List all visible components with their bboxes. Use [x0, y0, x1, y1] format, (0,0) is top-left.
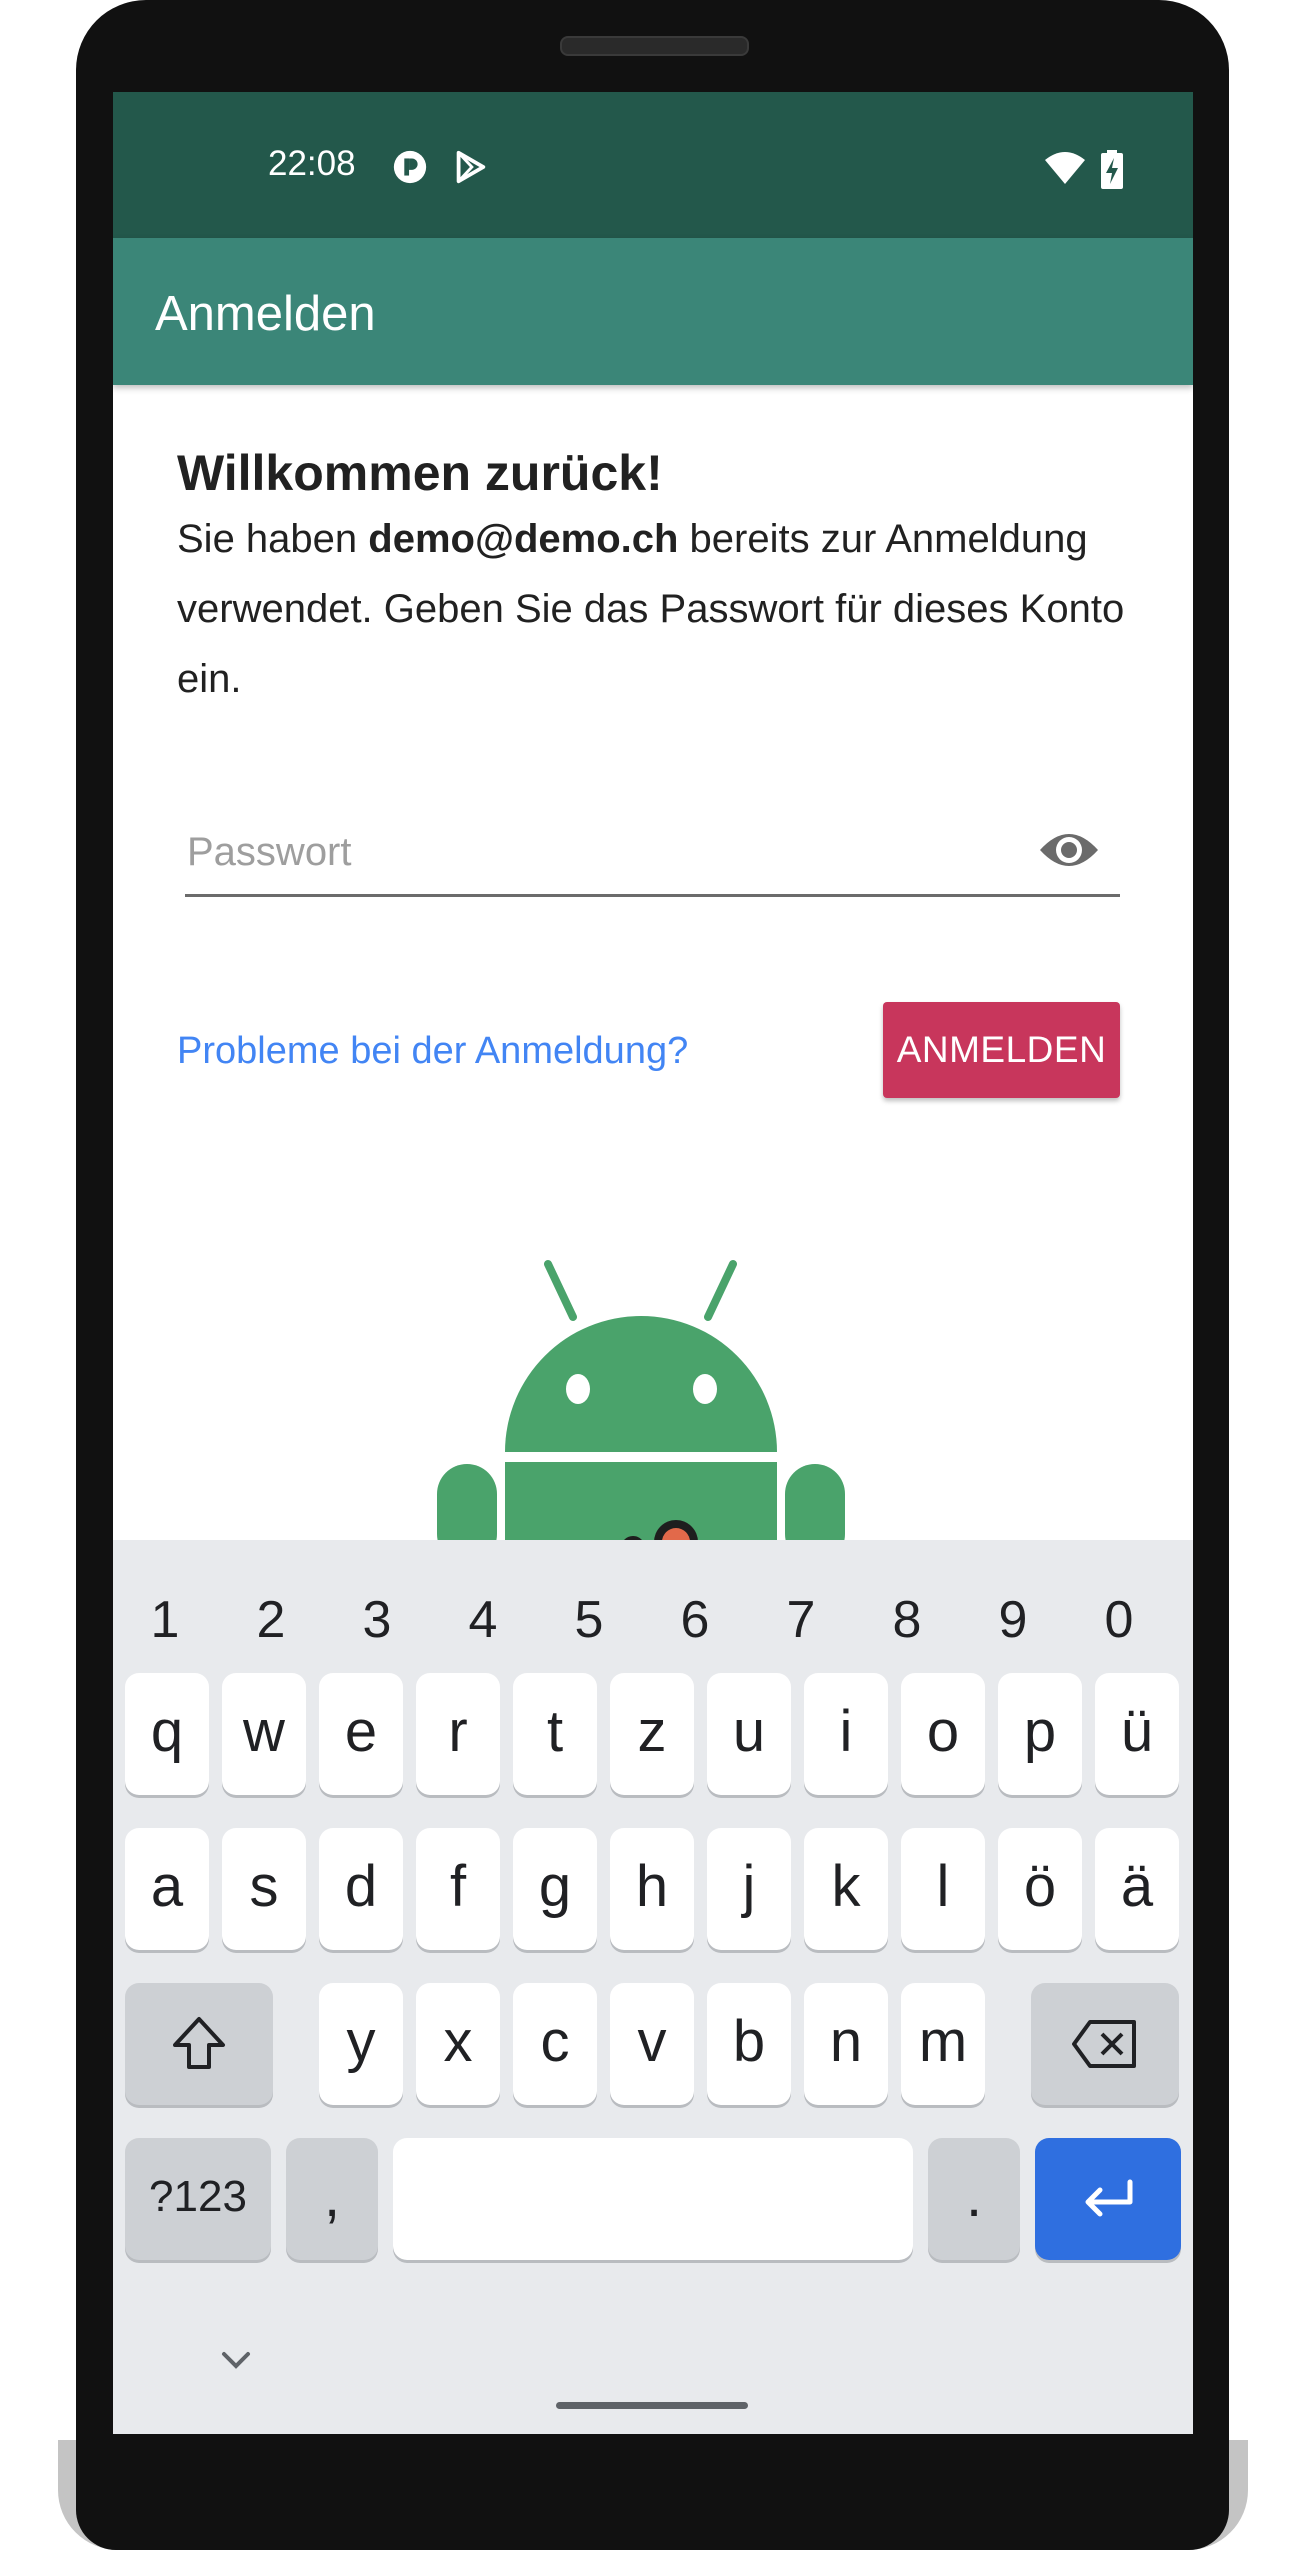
key-z[interactable]: z: [610, 1673, 694, 1795]
enter-arrow-icon: [1085, 2179, 1133, 2217]
key-d[interactable]: d: [319, 1828, 403, 1950]
key-n[interactable]: n: [804, 1983, 888, 2105]
key-ae[interactable]: ä: [1095, 1828, 1179, 1950]
key-b[interactable]: b: [707, 1983, 791, 2105]
enter-key[interactable]: [1035, 2138, 1181, 2260]
password-input[interactable]: [185, 812, 1009, 892]
key-i[interactable]: i: [804, 1673, 888, 1795]
welcome-message: Sie haben demo@demo.ch bereits zur Anmel…: [177, 504, 1137, 714]
key-t[interactable]: t: [513, 1673, 597, 1795]
shift-arrow-icon: [173, 2017, 225, 2069]
key-o[interactable]: o: [901, 1673, 985, 1795]
show-password-eye-icon[interactable]: [1038, 826, 1100, 874]
key-y[interactable]: y: [319, 1983, 403, 2105]
notification-p-icon: [393, 150, 427, 184]
app-bar: Anmelden: [113, 238, 1193, 385]
status-bar: 22:08: [113, 92, 1193, 238]
password-field: [185, 812, 1120, 897]
key-q[interactable]: q: [125, 1673, 209, 1795]
comma-key[interactable]: ,: [286, 2138, 378, 2260]
period-key[interactable]: .: [928, 2138, 1020, 2260]
symbols-key[interactable]: ?123: [125, 2138, 271, 2260]
wifi-icon: [1045, 152, 1085, 184]
key-a[interactable]: a: [125, 1828, 209, 1950]
key-s[interactable]: s: [222, 1828, 306, 1950]
key-k[interactable]: k: [804, 1828, 888, 1950]
gesture-nav-handle[interactable]: [556, 2402, 748, 2409]
key-x[interactable]: x: [416, 1983, 500, 2105]
key-p[interactable]: p: [998, 1673, 1082, 1795]
key-f[interactable]: f: [416, 1828, 500, 1950]
phone-screen: 22:08 Anmelden Willkommen zurück! Sie ha…: [113, 92, 1193, 2434]
key-4[interactable]: 4: [443, 1590, 523, 1650]
app-bar-title: Anmelden: [155, 287, 376, 341]
key-0[interactable]: 0: [1079, 1590, 1159, 1650]
status-time: 22:08: [268, 144, 356, 183]
key-oe[interactable]: ö: [998, 1828, 1082, 1950]
backspace-icon: [1072, 2020, 1136, 2068]
key-w[interactable]: w: [222, 1673, 306, 1795]
key-2[interactable]: 2: [231, 1590, 311, 1650]
key-9[interactable]: 9: [973, 1590, 1053, 1650]
key-r[interactable]: r: [416, 1673, 500, 1795]
soft-keyboard: 1 2 3 4 5 6 7 8 9 0 q w e r t z u i o p …: [113, 1540, 1193, 2434]
key-j[interactable]: j: [707, 1828, 791, 1950]
key-g[interactable]: g: [513, 1828, 597, 1950]
space-key[interactable]: [393, 2138, 913, 2260]
backspace-key[interactable]: [1031, 1983, 1179, 2105]
play-store-icon: [456, 150, 486, 184]
android-robot-illustration: [437, 1260, 845, 1552]
key-c[interactable]: c: [513, 1983, 597, 2105]
signin-button[interactable]: ANMELDEN: [883, 1002, 1120, 1098]
key-3[interactable]: 3: [337, 1590, 417, 1650]
key-u[interactable]: u: [707, 1673, 791, 1795]
chevron-down-icon[interactable]: [218, 2348, 254, 2372]
key-7[interactable]: 7: [761, 1590, 841, 1650]
welcome-title: Willkommen zurück!: [177, 445, 663, 501]
trouble-signing-in-link[interactable]: Probleme bei der Anmeldung?: [177, 1030, 688, 1073]
phone-speaker: [560, 36, 749, 56]
shift-key[interactable]: [125, 1983, 273, 2105]
key-5[interactable]: 5: [549, 1590, 629, 1650]
key-h[interactable]: h: [610, 1828, 694, 1950]
key-e[interactable]: e: [319, 1673, 403, 1795]
key-6[interactable]: 6: [655, 1590, 735, 1650]
welcome-text-before: Sie haben: [177, 517, 369, 561]
key-v[interactable]: v: [610, 1983, 694, 2105]
key-1[interactable]: 1: [125, 1590, 205, 1650]
key-ue[interactable]: ü: [1095, 1673, 1179, 1795]
welcome-email: demo@demo.ch: [368, 517, 679, 561]
key-l[interactable]: l: [901, 1828, 985, 1950]
battery-charging-icon: [1101, 150, 1123, 189]
key-m[interactable]: m: [901, 1983, 985, 2105]
key-8[interactable]: 8: [867, 1590, 947, 1650]
